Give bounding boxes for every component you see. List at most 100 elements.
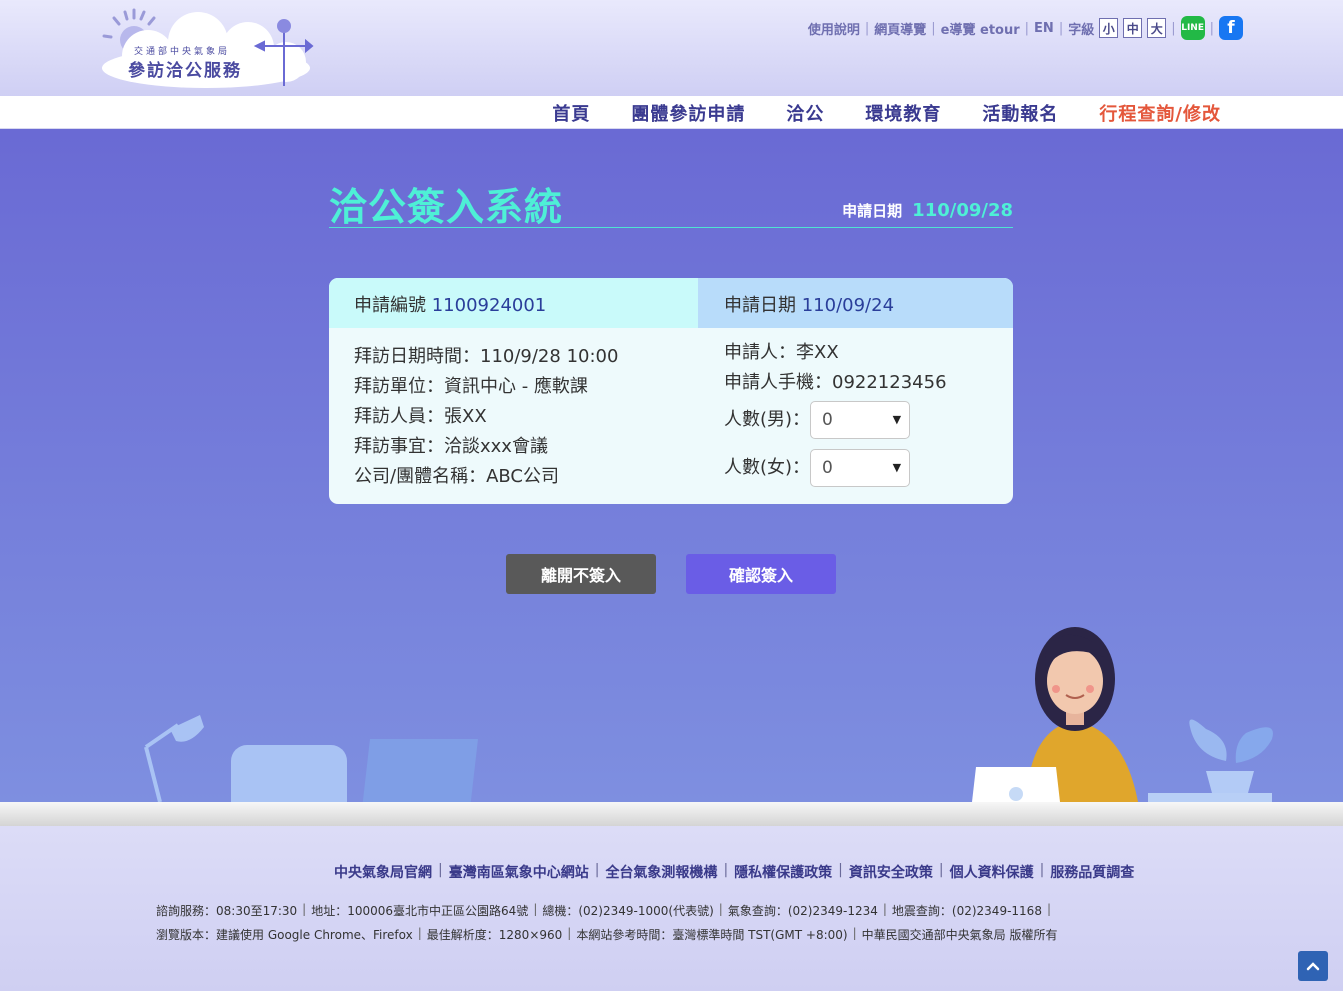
apply-date-label: 申請日期	[842, 202, 903, 220]
footer-contact-info: 諮詢服務：08:30至17:30 | 地址：100006臺北市中正區公園路64號…	[156, 902, 1051, 919]
divider: |	[938, 862, 944, 878]
desk-lamp-icon	[144, 715, 204, 802]
card-header: 申請編號 1100924001 申請日期 110/09/24	[329, 278, 1013, 328]
plant-icon	[1148, 719, 1273, 802]
divider: |	[1171, 20, 1176, 36]
header: 交通部中央氣象局 參訪洽公服務 使用說明 | 網頁導覽 | e導覽 etour …	[0, 0, 1343, 96]
divider: |	[838, 862, 843, 878]
divider: |	[882, 902, 887, 916]
nav-item-itinerary-query[interactable]: 行程查詢/修改	[1099, 100, 1221, 126]
application-number: 申請編號 1100924001	[329, 278, 698, 328]
chevron-down-icon: ▼	[892, 413, 902, 426]
leave-without-signin-button[interactable]: 離開不簽入	[506, 554, 656, 594]
male-count-select[interactable]: 0 ▼	[810, 401, 911, 439]
service-hours: 諮詢服務：08:30至17:30	[156, 904, 298, 918]
main-phone: 總機：(02)2349-1000(代表號)	[542, 904, 714, 918]
applicant-details: 申請人：李XX 申請人手機：0922123456 人數(男)： 0 ▼ 人數(女…	[724, 338, 947, 487]
back-to-top-button[interactable]	[1298, 951, 1328, 981]
main-content: 洽公簽入系統 申請日期 110/09/28 申請編號 1100924001 申請…	[0, 129, 1343, 802]
divider: |	[852, 926, 857, 940]
desk-shelf	[0, 802, 1343, 826]
divider: |	[1024, 20, 1030, 36]
divider: |	[567, 926, 572, 940]
confirm-signin-button[interactable]: 確認簽入	[686, 554, 836, 594]
footer-link-survey[interactable]: 服務品質調查	[1050, 862, 1134, 882]
divider: |	[1046, 902, 1051, 916]
nav-item-event-signup[interactable]: 活動報名	[982, 100, 1058, 126]
male-count-value: 0	[822, 410, 833, 430]
divider: |	[718, 902, 723, 916]
utility-links: 使用說明 | 網頁導覽 | e導覽 etour | EN | 字級 小 中 大 …	[808, 14, 1243, 42]
application-card: 申請編號 1100924001 申請日期 110/09/24 拜訪日期時間：11…	[329, 278, 1013, 504]
logo-subtitle: 交通部中央氣象局	[134, 45, 230, 57]
card-body: 拜訪日期時間：110/9/28 10:00 拜訪單位：資訊中心 - 應軟課 拜訪…	[329, 328, 1013, 504]
copyright: 中華民國交通部中央氣象局 版權所有	[861, 928, 1058, 942]
divider: |	[594, 862, 600, 878]
divider: |	[1058, 20, 1064, 36]
util-link-etour[interactable]: e導覽 etour	[941, 19, 1020, 38]
application-date-value: 110/09/24	[801, 295, 895, 316]
divider: |	[864, 20, 870, 36]
divider: |	[931, 20, 936, 36]
footer-link-south-center[interactable]: 臺灣南區氣象中心網站	[449, 862, 589, 882]
address: 地址：100006臺北市中正區公園路64號	[311, 904, 529, 918]
chevron-up-icon	[1306, 962, 1320, 971]
facebook-share-icon[interactable]: f	[1219, 16, 1243, 40]
footer-link-privacy[interactable]: 隱私權保護政策	[734, 862, 832, 882]
female-count-row: 人數(女)： 0 ▼	[724, 449, 947, 487]
util-link-sitemap[interactable]: 網頁導覽	[874, 19, 926, 38]
line-share-icon[interactable]: LINE	[1180, 16, 1205, 40]
divider: |	[723, 862, 729, 878]
visit-datetime: 拜訪日期時間：110/9/28 10:00	[354, 346, 619, 367]
footer-link-personal-data[interactable]: 個人資料保護	[950, 862, 1034, 882]
resolution: 最佳解析度：1280×960	[426, 928, 563, 942]
font-size-label: 字級	[1068, 22, 1095, 38]
main-nav: 首頁 團體參訪申請 洽公 環境教育 活動報名 行程查詢/修改	[0, 96, 1343, 129]
applicant-phone: 申請人手機：0922123456	[724, 372, 947, 393]
footer-browser-info: 瀏覽版本：建議使用 Google Chrome、Firefox | 最佳解析度：…	[156, 926, 1057, 943]
page-title: 洽公簽入系統	[329, 185, 564, 229]
divider: |	[417, 926, 422, 940]
male-count-label: 人數(男)：	[724, 409, 811, 430]
applicant-name: 申請人：李XX	[724, 342, 839, 363]
earthquake-phone: 地震查詢：(02)2349-1168	[891, 904, 1042, 918]
visit-details: 拜訪日期時間：110/9/28 10:00 拜訪單位：資訊中心 - 應軟課 拜訪…	[354, 342, 618, 492]
footer-link-security[interactable]: 資訊安全政策	[849, 862, 933, 882]
util-link-english[interactable]: EN	[1034, 21, 1054, 36]
footer-link-stations[interactable]: 全台氣象測報機構	[605, 862, 717, 882]
application-number-value: 1100924001	[431, 295, 547, 316]
reference-time: 本網站參考時間：臺灣標準時間 TST(GMT +8:00)	[576, 928, 848, 942]
footer: 中央氣象局官網 | 臺灣南區氣象中心網站 | 全台氣象測報機構 | 隱私權保護政…	[0, 826, 1343, 991]
female-count-value: 0	[822, 458, 833, 478]
font-size-large-button[interactable]: 大	[1147, 18, 1167, 38]
nav-item-environment-education[interactable]: 環境教育	[865, 100, 941, 126]
divider: |	[438, 862, 443, 878]
font-size-medium-button[interactable]: 中	[1123, 18, 1143, 38]
weather-phone: 氣象查詢：(02)2349-1234	[727, 904, 878, 918]
visit-person: 拜訪人員：張XX	[354, 406, 487, 427]
apply-date-value: 110/09/28	[912, 200, 1013, 221]
application-date-label: 申請日期	[724, 295, 796, 316]
woman-with-laptop-illustration	[972, 627, 1138, 802]
monitor-shape	[362, 739, 478, 802]
application-number-label: 申請編號	[354, 295, 426, 316]
nav-item-home[interactable]: 首頁	[552, 100, 590, 126]
page-header: 洽公簽入系統 申請日期 110/09/28	[329, 176, 1013, 229]
browser-recommendation: 瀏覽版本：建議使用 Google Chrome、Firefox	[156, 928, 413, 942]
site-logo[interactable]: 交通部中央氣象局 參訪洽公服務	[98, 6, 314, 90]
female-count-label: 人數(女)：	[724, 457, 811, 478]
nav-item-group-visit[interactable]: 團體參訪申請	[631, 100, 745, 126]
logo-title: 參訪洽公服務	[128, 60, 242, 81]
divider: |	[1039, 862, 1045, 878]
application-date: 申請日期 110/09/24	[698, 278, 1013, 328]
font-size-small-button[interactable]: 小	[1099, 18, 1119, 38]
female-count-select[interactable]: 0 ▼	[810, 449, 911, 487]
divider: |	[302, 902, 307, 916]
footer-link-cwb[interactable]: 中央氣象局官網	[334, 862, 432, 882]
util-link-help[interactable]: 使用說明	[808, 19, 860, 38]
visit-unit: 拜訪單位：資訊中心 - 應軟課	[354, 376, 588, 397]
apply-date: 申請日期 110/09/28	[842, 200, 1013, 221]
chevron-down-icon: ▼	[892, 461, 902, 474]
footer-links: 中央氣象局官網 | 臺灣南區氣象中心網站 | 全台氣象測報機構 | 隱私權保護政…	[334, 862, 1134, 882]
nav-item-business[interactable]: 洽公	[786, 100, 824, 126]
